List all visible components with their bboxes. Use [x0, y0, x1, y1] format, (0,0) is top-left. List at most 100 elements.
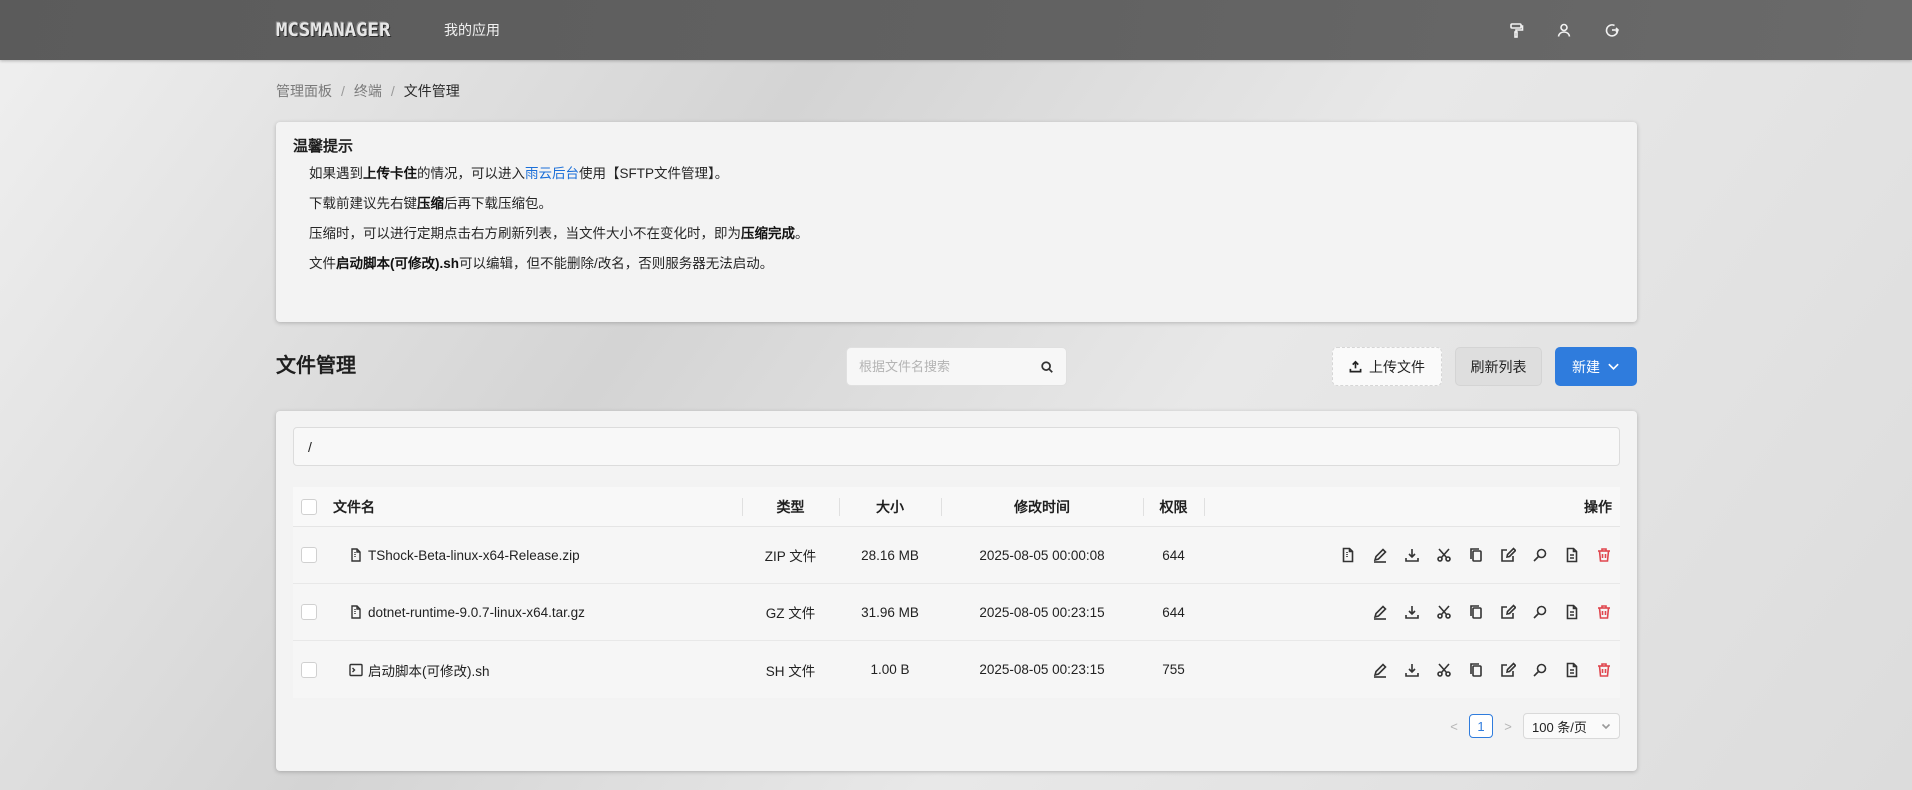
- page-number-current[interactable]: 1: [1469, 714, 1493, 738]
- copy-icon[interactable]: [1466, 660, 1486, 680]
- file-type: ZIP 文件: [764, 549, 817, 564]
- table-row[interactable]: dotnet-runtime-9.0.7-linux-x64.tar.gz GZ…: [293, 584, 1620, 641]
- file-size: 28.16 MB: [861, 547, 919, 563]
- rainyun-console-link[interactable]: 雨云后台: [525, 166, 579, 181]
- file-table: 文件名 类型 大小 修改时间 权限 操作 TShock-Beta-linux-x…: [293, 487, 1620, 698]
- file-name[interactable]: dotnet-runtime-9.0.7-linux-x64.tar.gz: [368, 605, 585, 620]
- paint-roller-icon[interactable]: [1505, 19, 1527, 41]
- row-checkbox[interactable]: [301, 661, 317, 678]
- row-checkbox[interactable]: [301, 547, 317, 563]
- pagination: < 1 > 100 条/页: [1447, 713, 1620, 739]
- header-type[interactable]: 类型: [742, 487, 839, 526]
- table-row[interactable]: TShock-Beta-linux-x64-Release.zip ZIP 文件…: [293, 527, 1620, 584]
- search-input[interactable]: [859, 359, 1040, 374]
- breadcrumb-separator: /: [390, 83, 395, 99]
- header-name[interactable]: 文件名: [333, 487, 375, 526]
- copy-icon[interactable]: [1466, 545, 1486, 565]
- row-actions: [1338, 527, 1614, 583]
- cut-icon[interactable]: [1434, 602, 1454, 622]
- user-icon[interactable]: [1553, 19, 1575, 41]
- file-type: SH 文件: [765, 663, 816, 679]
- search-icon[interactable]: [1530, 660, 1550, 680]
- permission-icon[interactable]: [1562, 602, 1582, 622]
- download-icon[interactable]: [1402, 545, 1422, 565]
- permission-icon[interactable]: [1562, 545, 1582, 565]
- edit-icon[interactable]: [1498, 545, 1518, 565]
- upload-file-button[interactable]: 上传文件: [1332, 347, 1442, 386]
- tip-line-download: 下载前建议先右键压缩后再下载压缩包。: [309, 194, 552, 214]
- file-icon: [349, 605, 363, 619]
- file-name-cell[interactable]: 启动脚本(可修改).sh: [349, 641, 490, 698]
- tip-bold: 启动脚本(可修改).sh: [336, 256, 459, 271]
- nav-my-apps[interactable]: 我的应用: [444, 20, 500, 40]
- file-list-card: / 文件名 类型 大小 修改时间 权限 操作 TShock-Beta-linux…: [276, 411, 1637, 771]
- tip-text: 压缩时，可以进行定期点击右方刷新列表，当文件大小不在变化时，即为: [309, 226, 741, 241]
- tip-text: 如果遇到: [309, 166, 363, 181]
- file-permission: 644: [1162, 547, 1185, 563]
- logout-icon[interactable]: [1601, 19, 1623, 41]
- tips-title: 温馨提示: [293, 138, 354, 155]
- breadcrumb-dashboard[interactable]: 管理面板: [276, 81, 332, 101]
- file-name[interactable]: TShock-Beta-linux-x64-Release.zip: [368, 548, 580, 563]
- download-icon[interactable]: [1402, 602, 1422, 622]
- prev-page-button[interactable]: <: [1447, 719, 1461, 734]
- search-icon[interactable]: [1530, 545, 1550, 565]
- tip-text: 可以编辑，但不能删除/改名，否则服务器无法启动。: [459, 256, 774, 271]
- table-header: 文件名 类型 大小 修改时间 权限 操作: [293, 487, 1620, 527]
- download-icon[interactable]: [1402, 660, 1422, 680]
- file-name-cell[interactable]: TShock-Beta-linux-x64-Release.zip: [349, 527, 580, 583]
- file-mtime: 2025-08-05 00:00:08: [979, 547, 1105, 563]
- refresh-list-button[interactable]: 刷新列表: [1455, 347, 1542, 386]
- row-checkbox-cell: [293, 584, 325, 640]
- cut-icon[interactable]: [1434, 660, 1454, 680]
- logo[interactable]: MCSMANAGER: [276, 21, 390, 40]
- file-mtime: 2025-08-05 00:23:15: [979, 604, 1105, 620]
- next-page-button[interactable]: >: [1501, 719, 1515, 734]
- delete-icon[interactable]: [1594, 545, 1614, 565]
- header-actions: 操作: [1584, 498, 1612, 515]
- search-icon[interactable]: [1040, 360, 1054, 374]
- cut-icon[interactable]: [1434, 545, 1454, 565]
- table-row[interactable]: 启动脚本(可修改).sh SH 文件 1.00 B 2025-08-05 00:…: [293, 641, 1620, 698]
- search-icon[interactable]: [1530, 602, 1550, 622]
- file-name-cell[interactable]: dotnet-runtime-9.0.7-linux-x64.tar.gz: [349, 584, 585, 640]
- permission-icon[interactable]: [1562, 660, 1582, 680]
- select-all-cell: [293, 487, 325, 526]
- tip-text: 使用【SFTP文件管理】。: [579, 166, 729, 181]
- chevron-down-icon: [1608, 363, 1619, 371]
- row-actions: [1370, 584, 1614, 640]
- row-checkbox-cell: [293, 641, 325, 698]
- file-size: 31.96 MB: [861, 604, 919, 620]
- header-mtime[interactable]: 修改时间: [941, 487, 1143, 526]
- new-dropdown-button[interactable]: 新建: [1555, 347, 1637, 386]
- tip-line-startup-script: 文件启动脚本(可修改).sh可以编辑，但不能删除/改名，否则服务器无法启动。: [309, 254, 773, 274]
- delete-icon[interactable]: [1594, 660, 1614, 680]
- column-divider: [1204, 498, 1205, 516]
- header-permission[interactable]: 权限: [1143, 487, 1204, 526]
- file-name[interactable]: 启动脚本(可修改).sh: [368, 660, 490, 680]
- breadcrumb-terminal[interactable]: 终端: [354, 81, 382, 101]
- row-checkbox[interactable]: [301, 604, 317, 620]
- select-all-checkbox[interactable]: [301, 498, 317, 515]
- file-size: 1.00 B: [870, 662, 910, 677]
- file-mtime: 2025-08-05 00:23:15: [979, 662, 1105, 677]
- tip-text: 。: [795, 226, 809, 241]
- current-path-bar[interactable]: /: [293, 427, 1620, 466]
- copy-icon[interactable]: [1466, 602, 1486, 622]
- rename-icon[interactable]: [1370, 660, 1390, 680]
- breadcrumb: 管理面板 / 终端 / 文件管理: [276, 81, 460, 101]
- tip-line-compress: 压缩时，可以进行定期点击右方刷新列表，当文件大小不在变化时，即为压缩完成。: [309, 224, 809, 244]
- edit-icon[interactable]: [1498, 602, 1518, 622]
- page-size-select[interactable]: 100 条/页: [1523, 713, 1620, 739]
- header-size[interactable]: 大小: [839, 487, 941, 526]
- tip-text: 的情况，可以进入: [417, 166, 525, 181]
- edit-icon[interactable]: [1498, 660, 1518, 680]
- unzip-icon[interactable]: [1338, 545, 1358, 565]
- refresh-list-label: 刷新列表: [1470, 358, 1527, 375]
- rename-icon[interactable]: [1370, 545, 1390, 565]
- tip-text: 后再下载压缩包。: [444, 196, 552, 211]
- tip-bold: 压缩: [417, 196, 444, 211]
- current-path: /: [308, 438, 312, 455]
- delete-icon[interactable]: [1594, 602, 1614, 622]
- rename-icon[interactable]: [1370, 602, 1390, 622]
